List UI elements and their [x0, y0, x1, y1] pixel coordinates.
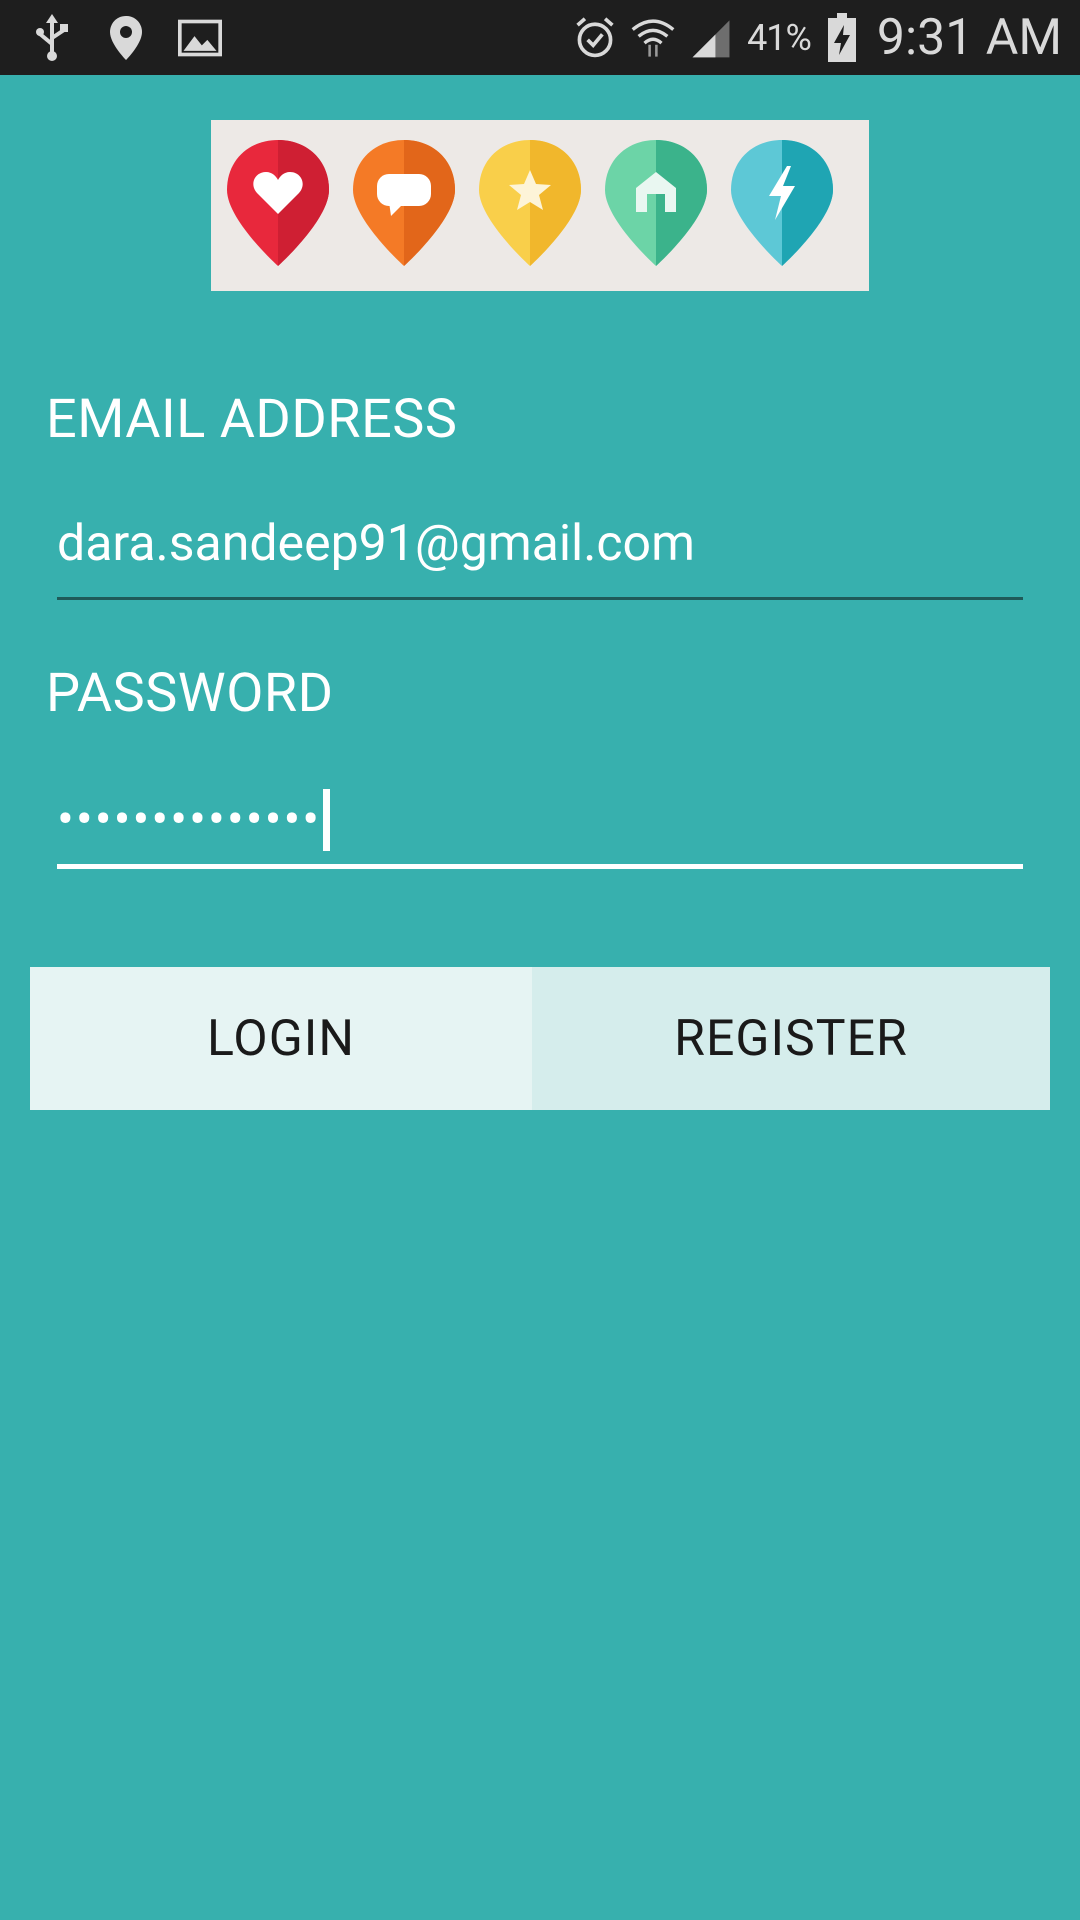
- alarm-icon: [573, 14, 617, 62]
- signal-icon: [689, 14, 733, 62]
- register-button[interactable]: REGISTER: [532, 967, 1050, 1110]
- battery-percent: 41%: [747, 16, 812, 59]
- image-icon: [178, 14, 222, 62]
- password-value: ••••••••••••••: [57, 791, 322, 849]
- battery-charging-icon: [825, 12, 859, 62]
- home-pin-icon: [605, 140, 707, 266]
- status-bar-right: 41% 9:31 AM: [573, 0, 1062, 75]
- heart-pin-icon: [227, 140, 329, 266]
- password-field[interactable]: ••••••••••••••: [57, 785, 331, 855]
- usb-icon: [30, 13, 74, 62]
- email-underline: [57, 597, 1023, 600]
- star-pin-icon: [479, 140, 581, 266]
- status-bar: 41% 9:31 AM: [0, 0, 1080, 75]
- login-button[interactable]: LOGIN: [30, 967, 532, 1110]
- lightning-pin-icon: [731, 140, 833, 266]
- email-label: EMAIL ADDRESS: [46, 388, 458, 451]
- text-cursor: [323, 789, 331, 851]
- status-bar-left: [30, 0, 222, 75]
- wifi-icon: [631, 14, 675, 62]
- app-logo: [211, 120, 869, 291]
- password-label: PASSWORD: [46, 662, 334, 725]
- clock: 9:31 AM: [876, 8, 1062, 67]
- password-underline: [57, 864, 1023, 869]
- email-field[interactable]: dara.sandeep91@gmail.com: [57, 515, 1023, 573]
- chat-pin-icon: [353, 140, 455, 266]
- location-pin-icon: [104, 14, 148, 62]
